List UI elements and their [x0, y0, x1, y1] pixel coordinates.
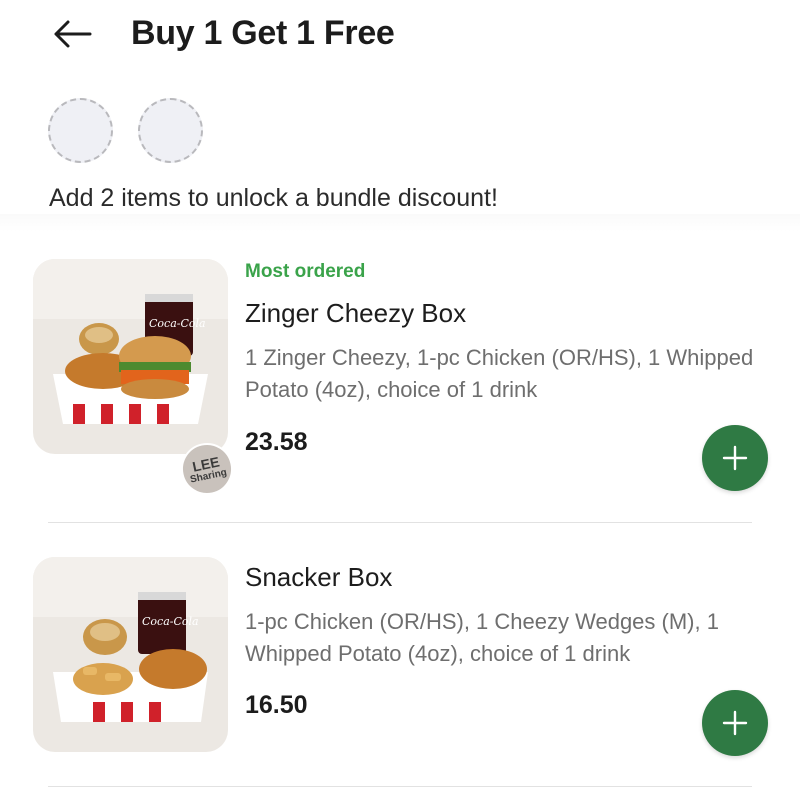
meal-box-image: Coca-Cola — [33, 259, 228, 454]
bundle-slot-1[interactable] — [48, 98, 113, 163]
svg-text:Coca-Cola: Coca-Cola — [149, 317, 206, 330]
plus-icon — [722, 710, 748, 736]
add-button-zinger-cheezy-box[interactable] — [702, 425, 768, 491]
plus-icon — [722, 445, 748, 471]
back-button[interactable] — [48, 12, 96, 56]
bundle-slots — [48, 98, 203, 163]
bundle-slot-2[interactable] — [138, 98, 203, 163]
most-ordered-tag: Most ordered — [245, 261, 366, 282]
product-description: 1 Zinger Cheezy, 1-pc Chicken (OR/HS), 1… — [245, 345, 754, 402]
bundle-hint: Add 2 items to unlock a bundle discount! — [49, 184, 498, 212]
header: Buy 1 Get 1 Free — [0, 0, 800, 76]
product-price: 16.50 — [245, 691, 308, 719]
section-separator — [0, 214, 800, 232]
product-image-snacker-box[interactable]: Coca-Cola — [33, 557, 228, 752]
divider — [48, 786, 752, 787]
svg-text:Coca-Cola: Coca-Cola — [142, 615, 199, 628]
product-description: 1-pc Chicken (OR/HS), 1 Cheezy Wedges (M… — [245, 609, 719, 666]
divider — [48, 522, 752, 523]
arrow-left-icon — [54, 20, 92, 48]
page-title: Buy 1 Get 1 Free — [131, 14, 395, 52]
product-price: 23.58 — [245, 428, 308, 456]
product-name[interactable]: Snacker Box — [245, 562, 392, 593]
product-name[interactable]: Zinger Cheezy Box — [245, 298, 466, 329]
product-image-zinger-cheezy-box[interactable]: Coca-Cola — [33, 259, 228, 454]
meal-box-image: Coca-Cola — [33, 557, 228, 752]
add-button-snacker-box[interactable] — [702, 690, 768, 756]
